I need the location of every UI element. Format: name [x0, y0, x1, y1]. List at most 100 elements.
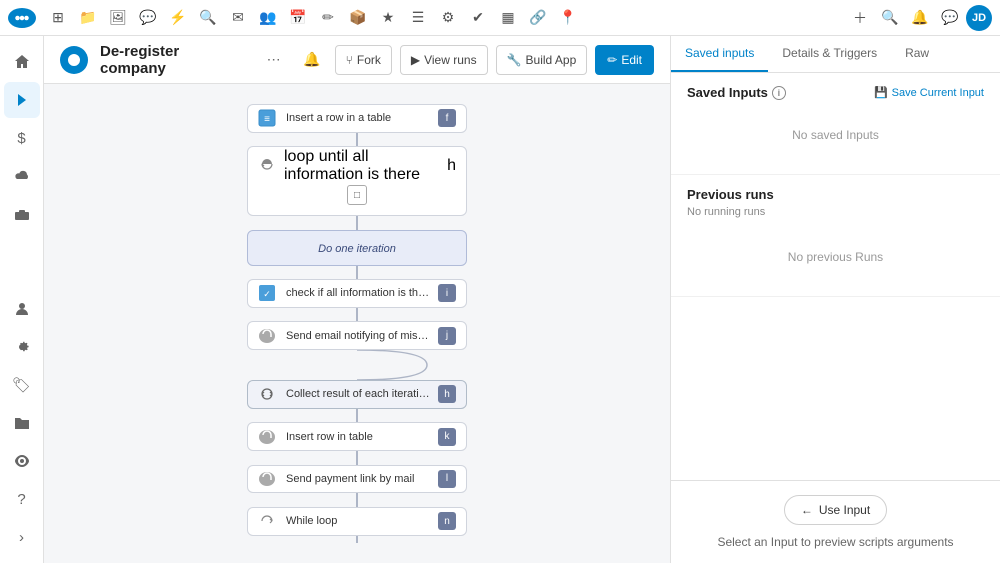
node-k-key: k: [438, 428, 456, 446]
right-panel: Saved inputs Details & Triggers Raw Save…: [670, 36, 1000, 563]
node-do-iteration[interactable]: Do one iteration: [247, 230, 467, 266]
node-f-key: f: [438, 109, 456, 127]
loop-expand-button[interactable]: □: [347, 185, 367, 205]
node-k[interactable]: Insert row in table k: [247, 422, 467, 451]
connector-7: [356, 493, 358, 506]
flow-canvas[interactable]: ≡ Insert a row in a table f loop until a…: [44, 84, 670, 563]
nav-message-icon[interactable]: 💬: [936, 4, 964, 32]
node-f-icon: ≡: [256, 107, 278, 129]
nav-folder-icon[interactable]: 📁: [74, 4, 102, 32]
tab-details-triggers[interactable]: Details & Triggers: [768, 36, 891, 72]
node-h-label: loop until all information is there: [284, 148, 439, 184]
build-app-button[interactable]: 🔧 Build App: [496, 45, 588, 75]
logo[interactable]: [8, 8, 36, 28]
node-f-label: Insert a row in a table: [286, 112, 430, 124]
previous-runs-section: Previous runs No running runs No previou…: [671, 175, 1000, 297]
nav-mail-icon[interactable]: ✉: [224, 4, 252, 32]
save-icon: 💾: [874, 86, 888, 99]
nav-image-icon[interactable]: 🖼: [104, 4, 132, 32]
node-n-label: While loop: [286, 515, 430, 527]
prev-runs-title: Previous runs: [687, 187, 984, 202]
save-current-input-button[interactable]: 💾 Save Current Input: [874, 86, 984, 99]
sidebar-icon-briefcase[interactable]: [4, 196, 40, 232]
nav-bolt-icon[interactable]: ⚡: [164, 4, 192, 32]
nav-search-right-icon[interactable]: 🔍: [876, 4, 904, 32]
connector-2: [356, 216, 358, 229]
info-icon[interactable]: i: [772, 86, 786, 100]
sidebar-icon-gear[interactable]: [4, 329, 40, 365]
node-h-loop[interactable]: loop until all information is there h □: [247, 146, 467, 216]
saved-inputs-header: Saved Inputs i 💾 Save Current Input: [687, 85, 984, 100]
sidebar-icon-dollar[interactable]: $: [4, 120, 40, 156]
node-j-label: Send email notifying of missing infor...: [286, 330, 430, 342]
nav-people-icon[interactable]: 👥: [254, 4, 282, 32]
node-do-iteration-label: Do one iteration: [318, 243, 396, 255]
node-h-icon: [258, 155, 276, 178]
nav-search-icon[interactable]: 🔍: [194, 4, 222, 32]
no-saved-inputs: No saved Inputs: [687, 108, 984, 162]
connector-4: [356, 308, 358, 321]
node-j-key: j: [438, 327, 456, 345]
saved-inputs-section: Saved Inputs i 💾 Save Current Input No s…: [671, 73, 1000, 175]
nav-location-icon[interactable]: 📍: [554, 4, 582, 32]
nav-bell-icon[interactable]: 🔔: [906, 4, 934, 32]
tab-saved-inputs[interactable]: Saved inputs: [671, 36, 768, 72]
no-running-runs: No running runs: [687, 206, 984, 218]
loop-connector: [247, 350, 467, 380]
flow-header: De-register company ⋯ 🔔 ⑂ Fork ▶ View ru…: [44, 36, 670, 84]
nav-calendar-icon[interactable]: 📅: [284, 4, 312, 32]
nav-chat-icon[interactable]: 💬: [134, 4, 162, 32]
nav-check-icon[interactable]: ✔: [464, 4, 492, 32]
nav-link-icon[interactable]: 🔗: [524, 4, 552, 32]
nav-plus-icon[interactable]: ＋: [846, 4, 874, 32]
view-runs-button[interactable]: ▶ View runs: [400, 45, 488, 75]
nav-settings-icon[interactable]: ⚙: [434, 4, 462, 32]
bell-button[interactable]: 🔔: [297, 45, 327, 75]
node-collect[interactable]: Collect result of each iteration h: [247, 380, 467, 409]
sidebar-icon-user[interactable]: [4, 291, 40, 327]
nav-table-icon[interactable]: ▦: [494, 4, 522, 32]
use-input-button[interactable]: ← Use Input: [784, 495, 887, 525]
nav-archive-icon[interactable]: 📦: [344, 4, 372, 32]
sidebar-icon-cloud[interactable]: [4, 158, 40, 194]
user-avatar[interactable]: JD: [966, 5, 992, 31]
tab-raw[interactable]: Raw: [891, 36, 943, 72]
sidebar-icon-flows[interactable]: [4, 82, 40, 118]
edit-button[interactable]: ✏ Edit: [595, 45, 654, 75]
left-sidebar: $ 🏷 ? ›: [0, 36, 44, 563]
node-h-key: h: [447, 157, 456, 175]
node-f[interactable]: ≡ Insert a row in a table f: [247, 104, 467, 133]
flow-header-actions: ⋯ 🔔 ⑂ Fork ▶ View runs 🔧 Build App ✏ Edi…: [259, 45, 654, 75]
fork-icon: ⑂: [346, 53, 353, 67]
nav-list-icon[interactable]: ☰: [404, 4, 432, 32]
node-l[interactable]: Send payment link by mail l: [247, 465, 467, 494]
node-j-icon: [256, 325, 278, 347]
node-n[interactable]: While loop n: [247, 507, 467, 536]
fork-button[interactable]: ⑂ Fork: [335, 45, 392, 75]
node-j[interactable]: Send email notifying of missing infor...…: [247, 321, 467, 350]
sidebar-icon-folder[interactable]: [4, 405, 40, 441]
main-layout: $ 🏷 ? › De-register company: [0, 36, 1000, 563]
top-nav: ⊞ 📁 🖼 💬 ⚡ 🔍 ✉ 👥 📅 ✏ 📦 ★ ☰ ⚙ ✔ ▦ 🔗 📍 ＋ 🔍 …: [0, 0, 1000, 36]
use-input-desc: Select an Input to preview scripts argum…: [717, 535, 953, 549]
sidebar-icon-home[interactable]: [4, 44, 40, 80]
flow-area: De-register company ⋯ 🔔 ⑂ Fork ▶ View ru…: [44, 36, 670, 563]
sidebar-icon-tag[interactable]: 🏷: [4, 367, 40, 403]
flow-title: De-register company: [100, 43, 247, 77]
node-i[interactable]: ✓ check if all information is there i: [247, 279, 467, 308]
node-n-icon: [256, 510, 278, 532]
connector-6: [356, 451, 358, 464]
more-options-button[interactable]: ⋯: [259, 45, 289, 75]
nav-pencil-icon[interactable]: ✏: [314, 4, 342, 32]
sidebar-icon-help[interactable]: ?: [4, 481, 40, 517]
sidebar-icon-eye[interactable]: [4, 443, 40, 479]
arrow-left-icon: ←: [801, 503, 813, 517]
nav-star-icon[interactable]: ★: [374, 4, 402, 32]
node-l-label: Send payment link by mail: [286, 473, 430, 485]
connector-1: [356, 133, 358, 146]
node-collect-key: h: [438, 385, 456, 403]
sidebar-icon-expand[interactable]: ›: [4, 519, 40, 555]
flow-nodes: ≡ Insert a row in a table f loop until a…: [127, 104, 587, 543]
node-l-icon: [256, 468, 278, 490]
nav-grid-icon[interactable]: ⊞: [44, 4, 72, 32]
